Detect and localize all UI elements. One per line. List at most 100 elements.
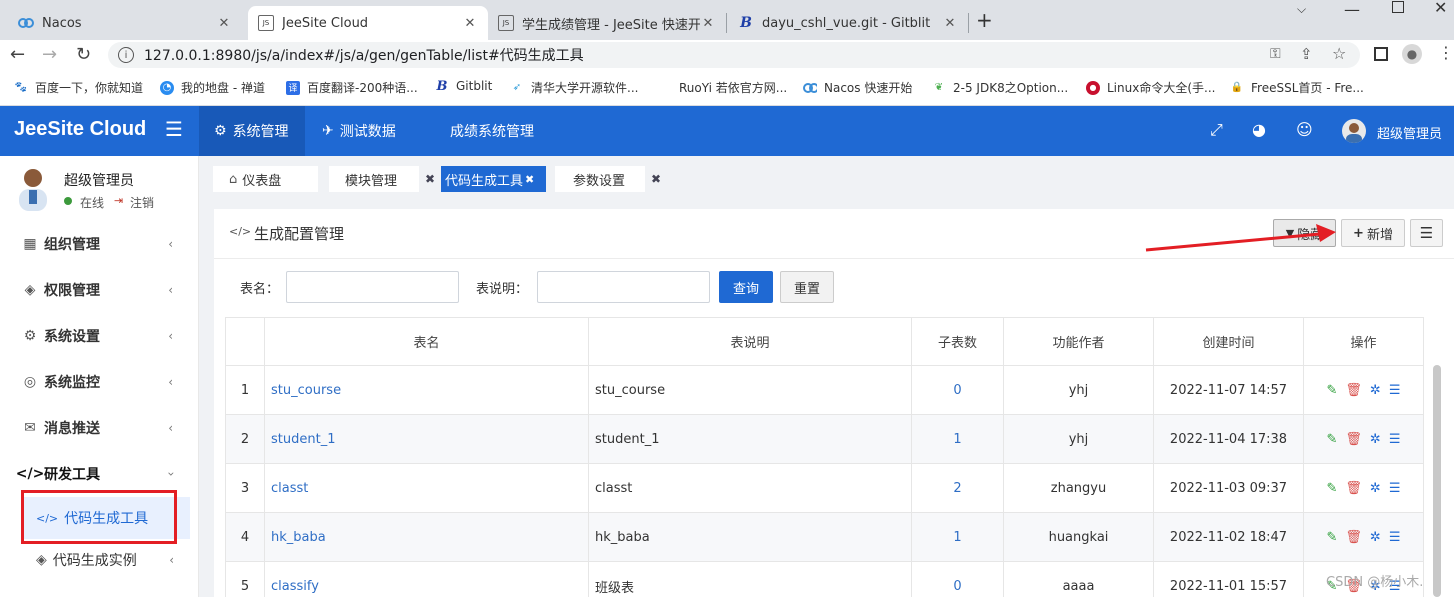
menu-icon[interactable]: ☰ xyxy=(1389,481,1401,496)
trash-icon[interactable]: 🗑 xyxy=(1345,530,1362,545)
sidepanel-icon[interactable] xyxy=(1374,47,1388,61)
logout-link[interactable]: 注销 xyxy=(130,194,154,211)
logout-icon[interactable]: ⇥ xyxy=(114,194,123,207)
close-icon[interactable]: ✕ xyxy=(700,16,716,31)
child-count-cell[interactable]: 1 xyxy=(911,512,1004,562)
child-count-link[interactable]: 2 xyxy=(953,481,961,496)
table-row[interactable]: 2 student_1 student_1 1 yhj 2022-11-04 1… xyxy=(225,414,1424,464)
column-header[interactable]: 子表数 xyxy=(911,317,1004,366)
browser-tab-nacos[interactable]: Nacos ✕ xyxy=(8,6,242,40)
topnav-system[interactable]: ⚙ 系统管理 xyxy=(199,106,305,156)
info-icon[interactable]: i xyxy=(118,47,134,63)
child-count-link[interactable]: 1 xyxy=(953,530,961,545)
table-row[interactable]: 1 stu_course stu_course 0 yhj 2022-11-07… xyxy=(225,365,1424,415)
avatar[interactable] xyxy=(1342,119,1366,143)
bookmark-baidu[interactable]: 🐾 百度一下，你就知道 xyxy=(14,79,143,96)
menu-toggle-icon[interactable]: ☰ xyxy=(165,117,183,141)
star-icon[interactable]: ☆ xyxy=(1332,44,1346,63)
menu-icon[interactable]: ☰ xyxy=(1389,530,1401,545)
table-name-link[interactable]: hk_baba xyxy=(271,530,326,545)
bookmark-linux[interactable]: ● Linux命令大全(手... xyxy=(1086,79,1215,96)
more-vert-icon[interactable]: ⋮ xyxy=(1438,43,1454,62)
close-icon[interactable]: ✖ xyxy=(425,172,435,186)
child-count-cell[interactable]: 0 xyxy=(911,561,1004,597)
sidebar-item-monitor[interactable]: ◎ 系统监控 ‹ xyxy=(0,359,199,405)
scrollbar[interactable] xyxy=(1433,365,1441,597)
table-name-link[interactable]: stu_course xyxy=(271,383,341,398)
browser-tab-grades[interactable]: JS 学生成绩管理 - JeeSite 快速开发 ✕ xyxy=(488,6,726,40)
sidebar-item-permission[interactable]: ◈ 权限管理 ‹ xyxy=(0,267,199,313)
tab-modules[interactable]: 模块管理 ✖ xyxy=(329,166,435,192)
address-bar[interactable]: i 127.0.0.1:8980/js/a/index#/js/a/gen/ge… xyxy=(108,42,1360,68)
header-user-name[interactable]: 超级管理员 xyxy=(1377,123,1442,142)
tab-codegen[interactable]: 代码生成工具 ✖ xyxy=(441,166,546,192)
user-switch-icon[interactable]: ☺ xyxy=(1296,120,1313,139)
bookmark-translate[interactable]: 译百度翻译-200种语... xyxy=(286,79,418,96)
close-icon[interactable]: ✖ xyxy=(525,173,534,186)
close-icon[interactable]: ✕ xyxy=(942,16,958,31)
dashboard-icon[interactable]: ◕ xyxy=(1252,120,1266,139)
table-name-cell[interactable]: stu_course xyxy=(264,365,589,415)
add-button[interactable]: + 新增 xyxy=(1341,219,1405,247)
browser-tab-jeesite[interactable]: JS JeeSite Cloud ✕ xyxy=(248,6,488,40)
bookmark-nacos[interactable]: Nacos 快速开始 xyxy=(803,79,912,96)
tab-dashboard[interactable]: ⌂ 仪表盘 xyxy=(213,166,318,192)
column-toggle-icon[interactable]: ☰ xyxy=(1410,219,1443,247)
topnav-grades[interactable]: 成绩系统管理 xyxy=(450,106,534,156)
chevron-down-icon[interactable]: ⌵ xyxy=(1297,2,1306,17)
sidebar-subitem-codegen-example[interactable]: ◈ 代码生成实例 ‹ xyxy=(36,550,186,570)
profile-icon[interactable]: ● xyxy=(1402,44,1422,64)
trash-icon[interactable]: 🗑 xyxy=(1345,432,1362,447)
child-count-cell[interactable]: 0 xyxy=(911,365,1004,415)
column-header[interactable]: 创建时间 xyxy=(1153,317,1304,366)
reload-icon[interactable]: ↻ xyxy=(76,44,91,65)
close-icon[interactable]: ✖ xyxy=(651,172,661,186)
key-icon[interactable]: ⚿ xyxy=(1270,46,1281,62)
brand-logo[interactable]: JeeSite Cloud xyxy=(14,118,146,141)
table-row[interactable]: 4 hk_baba hk_baba 1 huangkai 2022-11-02 … xyxy=(225,512,1424,562)
child-count-link[interactable]: 0 xyxy=(953,383,961,398)
table-name-cell[interactable]: hk_baba xyxy=(264,512,589,562)
column-header[interactable]: 表说明 xyxy=(588,317,912,366)
edit-icon[interactable]: ✎ xyxy=(1327,383,1338,398)
table-name-input[interactable] xyxy=(286,271,459,303)
topnav-testdata[interactable]: ✈ 测试数据 xyxy=(322,106,396,156)
edit-icon[interactable]: ✎ xyxy=(1327,530,1338,545)
table-row[interactable]: 3 classt classt 2 zhangyu 2022-11-03 09:… xyxy=(225,463,1424,513)
table-name-link[interactable]: classt xyxy=(271,481,308,496)
close-icon[interactable]: ✕ xyxy=(462,16,478,31)
column-header[interactable]: 表名 xyxy=(264,317,589,366)
table-name-cell[interactable]: classt xyxy=(264,463,589,513)
sidebar-item-message[interactable]: ✉ 消息推送 ‹ xyxy=(0,405,199,451)
child-count-cell[interactable]: 1 xyxy=(911,414,1004,464)
bug-icon[interactable]: ✲ xyxy=(1370,383,1381,398)
child-count-link[interactable]: 1 xyxy=(953,432,961,447)
bookmark-tsinghua[interactable]: ➶ 清华大学开源软件... xyxy=(510,79,639,96)
bookmark-freessl[interactable]: 🔒 FreeSSL首页 - Fre... xyxy=(1230,79,1364,96)
sidebar-item-org[interactable]: ▦ 组织管理 ‹ xyxy=(0,221,199,267)
menu-icon[interactable]: ☰ xyxy=(1389,432,1401,447)
trash-icon[interactable]: 🗑 xyxy=(1345,383,1362,398)
table-name-link[interactable]: student_1 xyxy=(271,432,335,447)
fullscreen-icon[interactable]: ⤢ xyxy=(1210,120,1223,140)
window-close-icon[interactable]: ✕ xyxy=(1434,0,1447,17)
close-icon[interactable]: ✕ xyxy=(216,16,232,31)
bookmark-jdk[interactable]: ❦ 2-5 JDK8之Option... xyxy=(932,79,1068,96)
url-text[interactable]: 127.0.0.1:8980/js/a/index#/js/a/gen/genT… xyxy=(144,45,584,65)
new-tab-button[interactable]: + xyxy=(976,8,993,32)
table-comment-input[interactable] xyxy=(537,271,710,303)
back-arrow-icon[interactable]: ← xyxy=(10,44,25,65)
child-count-cell[interactable]: 2 xyxy=(911,463,1004,513)
child-count-link[interactable]: 0 xyxy=(953,579,961,594)
forward-arrow-icon[interactable]: → xyxy=(42,44,57,65)
table-name-cell[interactable]: classify xyxy=(264,561,589,597)
share-icon[interactable]: ⇪ xyxy=(1300,45,1313,63)
bug-icon[interactable]: ✲ xyxy=(1370,432,1381,447)
table-name-link[interactable]: classify xyxy=(271,579,319,594)
maximize-icon[interactable] xyxy=(1392,1,1404,13)
edit-icon[interactable]: ✎ xyxy=(1327,481,1338,496)
sidebar-item-settings[interactable]: ⚙ 系统设置 ‹ xyxy=(0,313,199,359)
bug-icon[interactable]: ✲ xyxy=(1370,530,1381,545)
minimize-icon[interactable]: — xyxy=(1344,0,1360,19)
tab-params[interactable]: 参数设置 ✖ xyxy=(555,166,661,192)
